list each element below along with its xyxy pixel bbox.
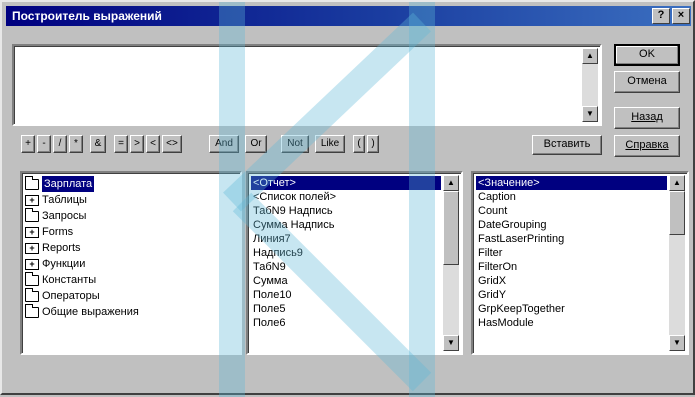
close-icon: ×	[677, 9, 685, 21]
list-item[interactable]: HasModule	[476, 316, 667, 330]
list-item[interactable]: ТабN9 Надпись	[251, 204, 441, 218]
object-list-scrollbar[interactable]: ▲ ▼	[443, 175, 459, 351]
folder-icon	[25, 288, 39, 302]
list-item[interactable]: FilterOn	[476, 260, 667, 274]
operator-divide-button[interactable]: /	[53, 135, 67, 153]
tree-item[interactable]: Константы	[25, 272, 237, 288]
tree-item[interactable]: + Функции	[25, 256, 237, 272]
list-item[interactable]: GridX	[476, 274, 667, 288]
operator-not-equal-button[interactable]: <>	[162, 135, 182, 153]
list-item[interactable]: DateGrouping	[476, 218, 667, 232]
operator-or-button[interactable]: Or	[245, 135, 267, 153]
expand-plus-icon: +	[25, 258, 39, 270]
list-item[interactable]: Filter	[476, 246, 667, 260]
open-folder-icon	[25, 176, 39, 190]
list-item[interactable]: <Значение>	[476, 176, 667, 190]
list-item[interactable]: GrpKeepTogether	[476, 302, 667, 316]
expression-builder-dialog: Построитель выражений ? × ▲ ▼ OK Отмена …	[0, 0, 695, 397]
scroll-down-arrow-icon[interactable]: ▼	[669, 335, 685, 351]
scroll-down-arrow-icon[interactable]: ▼	[582, 106, 598, 122]
list-item[interactable]: Count	[476, 204, 667, 218]
question-mark-icon: ?	[657, 9, 665, 21]
tree-item[interactable]: + Reports	[25, 240, 237, 256]
title-bar: Построитель выражений	[6, 6, 691, 26]
folder-icon	[25, 208, 39, 222]
list-item[interactable]: Caption	[476, 190, 667, 204]
folder-icon	[25, 272, 39, 286]
list-item[interactable]: Линия7	[251, 232, 441, 246]
property-list[interactable]: <Значение> Caption Count DateGrouping Fa…	[471, 171, 689, 355]
scroll-down-arrow-icon[interactable]: ▼	[443, 335, 459, 351]
operator-not-button[interactable]: Not	[281, 135, 309, 153]
tree-item[interactable]: Общие выражения	[25, 304, 237, 320]
list-item[interactable]: Поле10	[251, 288, 441, 302]
scroll-thumb[interactable]	[669, 191, 685, 235]
operator-and-button[interactable]: And	[209, 135, 239, 153]
list-item[interactable]: Надпись9	[251, 246, 441, 260]
operator-greater-button[interactable]: >	[130, 135, 144, 153]
operator-less-button[interactable]: <	[146, 135, 160, 153]
undo-button[interactable]: Назад	[614, 107, 680, 129]
scroll-up-arrow-icon[interactable]: ▲	[443, 175, 459, 191]
property-list-scrollbar[interactable]: ▲ ▼	[669, 175, 685, 351]
ok-button[interactable]: OK	[614, 44, 680, 66]
close-title-button[interactable]: ×	[672, 8, 690, 24]
operator-open-paren-button[interactable]: (	[353, 135, 365, 153]
operator-concat-button[interactable]: &	[90, 135, 106, 153]
expression-scrollbar[interactable]: ▲ ▼	[582, 48, 598, 122]
expression-textbox[interactable]: ▲ ▼	[12, 44, 602, 126]
operator-equals-button[interactable]: =	[114, 135, 128, 153]
tree-item[interactable]: Зарплата	[25, 176, 237, 192]
scroll-up-arrow-icon[interactable]: ▲	[582, 48, 598, 64]
list-item[interactable]: FastLaserPrinting	[476, 232, 667, 246]
list-item[interactable]: Поле6	[251, 316, 441, 330]
scroll-up-arrow-icon[interactable]: ▲	[669, 175, 685, 191]
list-item[interactable]: <Список полей>	[251, 190, 441, 204]
expand-plus-icon: +	[25, 194, 39, 206]
tree-item[interactable]: + Таблицы	[25, 192, 237, 208]
list-item[interactable]: Сумма Надпись	[251, 218, 441, 232]
operator-like-button[interactable]: Like	[315, 135, 345, 153]
window-title: Построитель выражений	[12, 9, 162, 23]
tree-item[interactable]: Запросы	[25, 208, 237, 224]
tree-item[interactable]: Операторы	[25, 288, 237, 304]
help-title-button[interactable]: ?	[652, 8, 670, 24]
help-button[interactable]: Справка	[614, 135, 680, 157]
list-item[interactable]: <Отчет>	[251, 176, 441, 190]
operator-plus-button[interactable]: +	[21, 135, 35, 153]
tree-item[interactable]: + Forms	[25, 224, 237, 240]
list-item[interactable]: ТабN9	[251, 260, 441, 274]
object-list[interactable]: <Отчет> <Список полей> ТабN9 Надпись Сум…	[246, 171, 463, 355]
operator-close-paren-button[interactable]: )	[367, 135, 379, 153]
folder-icon	[25, 304, 39, 318]
paste-button[interactable]: Вставить	[532, 135, 602, 155]
list-item[interactable]: GridY	[476, 288, 667, 302]
folder-tree-list[interactable]: Зарплата + Таблицы Запросы + Forms + Report…	[20, 171, 242, 355]
expand-plus-icon: +	[25, 226, 39, 238]
expand-plus-icon: +	[25, 242, 39, 254]
scroll-thumb[interactable]	[443, 191, 459, 265]
list-item[interactable]: Сумма	[251, 274, 441, 288]
list-item[interactable]: Поле5	[251, 302, 441, 316]
operator-multiply-button[interactable]: *	[69, 135, 83, 153]
operator-minus-button[interactable]: -	[37, 135, 51, 153]
cancel-button[interactable]: Отмена	[614, 71, 680, 93]
